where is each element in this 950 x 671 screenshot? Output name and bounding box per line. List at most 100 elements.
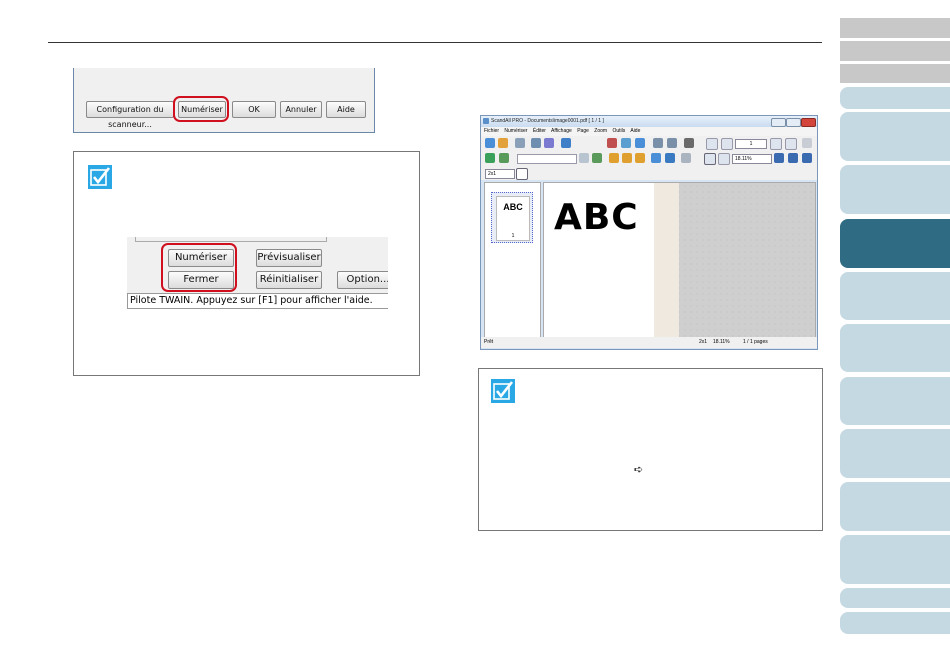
settings-icon[interactable] xyxy=(684,138,694,148)
menu-file[interactable]: Fichier xyxy=(484,128,499,134)
fit-page-icon[interactable] xyxy=(774,153,784,163)
status-ready: Prêt xyxy=(484,339,494,345)
tab-9[interactable] xyxy=(840,482,950,531)
status-pages: 1 / 1 pages xyxy=(743,339,768,345)
upload-icon[interactable] xyxy=(561,138,571,148)
page-next-icon[interactable] xyxy=(667,138,677,148)
save-icon[interactable] xyxy=(515,138,525,148)
twain-status-bar: Pilote TWAIN. Appuyez sur [F1] pour affi… xyxy=(127,293,388,309)
toolbar-1: 1 xyxy=(481,136,817,151)
tab-top-1[interactable] xyxy=(840,18,950,38)
tab-6[interactable] xyxy=(840,324,950,372)
thumbnail-page-number: 1 xyxy=(511,233,515,239)
zoom-select[interactable]: 18.11% xyxy=(732,154,772,164)
toolbar-2: 18.11% xyxy=(481,151,817,166)
copy-icon[interactable] xyxy=(621,138,631,148)
tab-10[interactable] xyxy=(840,535,950,584)
checkmark-icon xyxy=(491,379,515,403)
tab-12[interactable] xyxy=(840,612,950,634)
tab-8[interactable] xyxy=(840,429,950,478)
group-frame xyxy=(135,237,327,242)
thumbnail-pane: ABC 1 xyxy=(484,182,541,338)
tab-7[interactable] xyxy=(840,377,950,425)
tab-5[interactable] xyxy=(840,272,950,320)
window-title: ScandAll PRO - Documents\image0001.pdf [… xyxy=(481,116,817,127)
header-rule xyxy=(48,42,822,43)
checkmark-icon xyxy=(88,165,112,189)
page-margin-strip xyxy=(654,183,679,337)
actual-size-icon[interactable] xyxy=(802,153,812,163)
preview-button[interactable]: Prévisualiser xyxy=(256,249,322,267)
page-number-field[interactable]: 1 xyxy=(735,139,767,149)
grid-icon[interactable] xyxy=(516,168,528,180)
open-icon[interactable] xyxy=(498,138,508,148)
thumbnail-selected[interactable]: ABC 1 xyxy=(491,192,533,243)
paste-icon[interactable] xyxy=(635,138,645,148)
profile-select[interactable] xyxy=(517,154,577,164)
batch-icon[interactable] xyxy=(499,153,509,163)
tab-11[interactable] xyxy=(840,588,950,608)
scan-icon[interactable] xyxy=(485,138,495,148)
cancel-button[interactable]: Annuler xyxy=(280,101,322,118)
scanner-config-button[interactable]: Configuration du scanneur... xyxy=(86,101,174,129)
scanner-dialog-crop: Configuration du scanneur... Numériser O… xyxy=(73,68,375,133)
delete-icon[interactable] xyxy=(665,153,675,163)
status-zoom: 18.11% xyxy=(713,339,730,345)
scandall-window: ScandAll PRO - Documents\image0001.pdf [… xyxy=(480,115,818,350)
option-button[interactable]: Option... xyxy=(337,271,388,289)
ok-button[interactable]: OK xyxy=(232,101,276,118)
zoom-in-icon[interactable] xyxy=(704,153,716,165)
page-prev-icon[interactable] xyxy=(653,138,663,148)
next-page-icon[interactable] xyxy=(770,138,782,150)
menu-page[interactable]: Page xyxy=(577,128,589,134)
print-icon[interactable] xyxy=(531,138,541,148)
forward-icon[interactable] xyxy=(485,153,495,163)
menu-view[interactable]: Affichage xyxy=(551,128,572,134)
menu-edit[interactable]: Éditer xyxy=(533,128,546,134)
reset-button[interactable]: Réinitialiser xyxy=(256,271,322,289)
menu-scan[interactable]: Numériser xyxy=(504,128,527,134)
thumbnail-text: ABC xyxy=(503,202,523,212)
tab-top-2[interactable] xyxy=(840,41,950,61)
redo-icon[interactable] xyxy=(592,153,602,163)
arrow-right-icon: ➪ xyxy=(634,463,644,476)
document-view[interactable]: ABC xyxy=(543,182,816,338)
page-content-text: ABC xyxy=(554,197,639,238)
menu-zoom[interactable]: Zoom xyxy=(594,128,607,134)
insert-icon[interactable] xyxy=(651,153,661,163)
layout-select[interactable]: 2x1 xyxy=(485,169,515,179)
tab-2[interactable] xyxy=(840,112,950,161)
maximize-button[interactable] xyxy=(786,118,801,127)
scan-button-highlight xyxy=(173,96,229,122)
last-page-icon[interactable] xyxy=(785,138,797,150)
minimize-button[interactable] xyxy=(771,118,786,127)
tab-3[interactable] xyxy=(840,165,950,214)
tab-top-3[interactable] xyxy=(840,64,950,83)
close-window-button[interactable] xyxy=(801,118,816,127)
zoom-out-icon[interactable] xyxy=(718,153,730,165)
menu-bar: Fichier Numériser Éditer Affichage Page … xyxy=(481,127,817,136)
prev-page-icon[interactable] xyxy=(721,138,733,150)
menu-tools[interactable]: Outils xyxy=(612,128,625,134)
fit-width-icon[interactable] xyxy=(788,153,798,163)
rotate-right-icon[interactable] xyxy=(622,153,632,163)
tab-active[interactable] xyxy=(840,219,950,268)
app-status-bar: Prêt 2x1 18.11% 1 / 1 pages xyxy=(481,337,817,348)
first-page-icon[interactable] xyxy=(706,138,718,150)
rotate-icon[interactable] xyxy=(802,138,812,148)
scan-close-highlight xyxy=(161,243,237,292)
hint-box-2: ➪ xyxy=(478,368,823,531)
cut-icon[interactable] xyxy=(607,138,617,148)
status-view: 2x1 xyxy=(699,339,708,345)
hand-icon[interactable] xyxy=(681,153,691,163)
tab-1[interactable] xyxy=(840,87,950,109)
undo-icon[interactable] xyxy=(579,153,589,163)
rotate-left-icon[interactable] xyxy=(609,153,619,163)
help-button[interactable]: Aide xyxy=(326,101,366,118)
mail-icon[interactable] xyxy=(544,138,554,148)
toolbar-3: 2x1 xyxy=(481,166,817,180)
app-icon xyxy=(483,118,489,124)
menu-help[interactable]: Aide xyxy=(630,128,640,134)
page-image: ABC xyxy=(544,183,654,337)
flip-icon[interactable] xyxy=(635,153,645,163)
